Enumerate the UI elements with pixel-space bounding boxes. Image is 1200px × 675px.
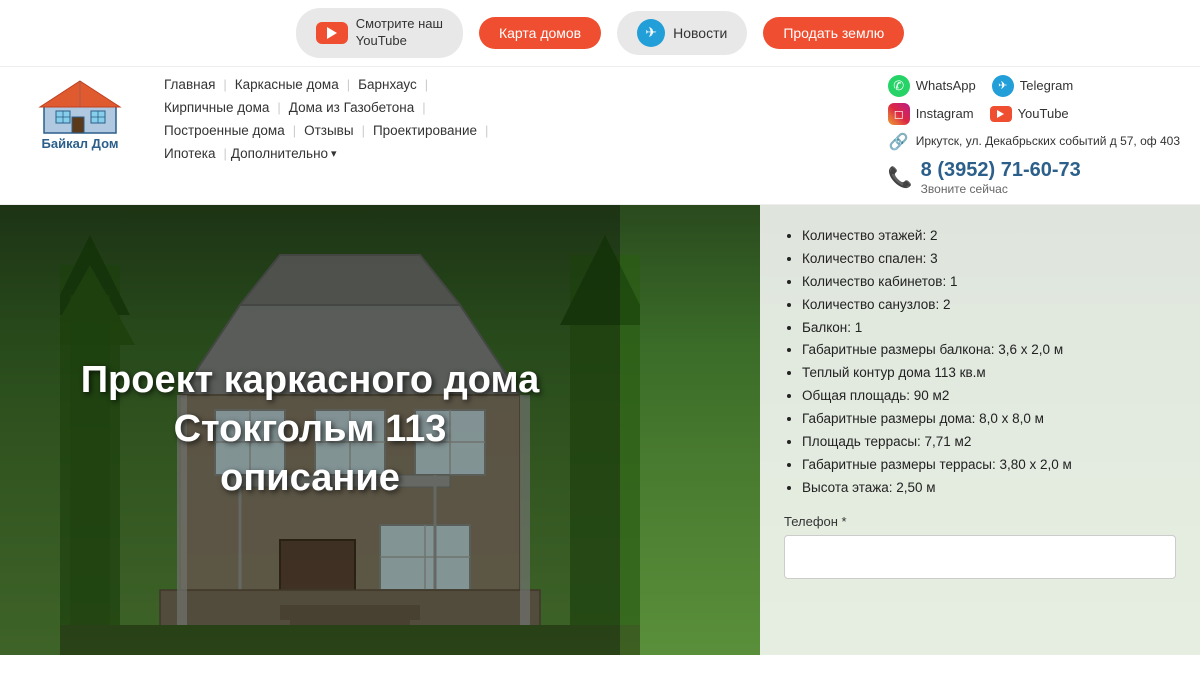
nav-kirpichnie[interactable]: Кирпичные дома [160, 98, 273, 117]
spec-item: Количество кабинетов: 1 [802, 271, 1176, 294]
phone-icon: 📞 [888, 165, 913, 190]
nav-otzyvy[interactable]: Отзывы [300, 121, 357, 140]
whatsapp-icon: ✆ [888, 75, 910, 97]
youtube-sm-label: YouTube [1018, 106, 1069, 121]
youtube-button[interactable]: Смотрите наш YouTube [296, 8, 463, 58]
novosti-button[interactable]: ✈ Новости [617, 11, 747, 55]
youtube-link[interactable]: YouTube [990, 106, 1069, 122]
spec-item: Габаритные размеры балкона: 3,6 х 2,0 м [802, 339, 1176, 362]
nav-dopolnitelno[interactable]: Дополнительно ▾ [231, 146, 337, 161]
prodat-label: Продать землю [783, 25, 884, 41]
nav-glavnaya[interactable]: Главная [160, 75, 219, 94]
phone-number[interactable]: 8 (3952) 71-60-73 [921, 159, 1081, 182]
logo-text: Байкал Дом [42, 136, 119, 151]
spec-item: Балкон: 1 [802, 317, 1176, 340]
header-right: ✆ WhatsApp ✈ Telegram ◻ Instagram YouTub… [878, 75, 1180, 196]
specs-panel: Количество этажей: 2 Количество спален: … [760, 205, 1200, 655]
nav-ipoteka[interactable]: Ипотека [160, 144, 219, 163]
nav-row-1: Главная | Каркасные дома | Барнхаус | [160, 75, 878, 94]
nav-row-4: Ипотека | Дополнительно ▾ [160, 144, 878, 163]
logo[interactable]: Байкал Дом [20, 79, 140, 151]
nav-row-2: Кирпичные дома | Дома из Газобетона | [160, 98, 878, 117]
spec-item: Теплый контур дома 113 кв.м [802, 362, 1176, 385]
nav-barnhaus[interactable]: Барнхаус [354, 75, 421, 94]
phone-sub-label: Звоните сейчас [921, 182, 1081, 196]
logo-svg [38, 79, 123, 134]
karta-label: Карта домов [499, 25, 581, 41]
spec-item: Общая площадь: 90 м2 [802, 385, 1176, 408]
nav-postroenie[interactable]: Построенные дома [160, 121, 289, 140]
instagram-label: Instagram [916, 106, 974, 121]
nav-gazobeton[interactable]: Дома из Газобетона [285, 98, 418, 117]
spec-item: Площадь террасы: 7,71 м2 [802, 431, 1176, 454]
spec-item: Высота этажа: 2,50 м [802, 477, 1176, 500]
telegram-top-icon: ✈ [637, 19, 665, 47]
social-row-1: ✆ WhatsApp ✈ Telegram [888, 75, 1073, 97]
nav-proektirovanie[interactable]: Проектирование [369, 121, 481, 140]
specs-list: Количество этажей: 2 Количество спален: … [784, 225, 1176, 500]
header: Байкал Дом Главная | Каркасные дома | Ба… [0, 67, 1200, 205]
spec-item: Количество этажей: 2 [802, 225, 1176, 248]
whatsapp-link[interactable]: ✆ WhatsApp [888, 75, 976, 97]
top-bar: Смотрите наш YouTube Карта домов ✈ Новос… [0, 0, 1200, 67]
spec-item: Габаритные размеры дома: 8,0 х 8,0 м [802, 408, 1176, 431]
spec-item: Количество санузлов: 2 [802, 294, 1176, 317]
phone-block: 📞 8 (3952) 71-60-73 Звоните сейчас [888, 159, 1081, 196]
nav-links: Главная | Каркасные дома | Барнхаус | Ки… [160, 75, 878, 163]
address-text: Иркутск, ул. Декабрьских событий д 57, о… [916, 133, 1180, 150]
youtube-label: Смотрите наш YouTube [356, 16, 443, 50]
youtube-sm-icon [990, 106, 1012, 122]
spec-item: Габаритные размеры террасы: 3,80 х 2,0 м [802, 454, 1176, 477]
address-item: 🔗 Иркутск, ул. Декабрьских событий д 57,… [888, 131, 1180, 153]
phone-input[interactable] [784, 535, 1176, 579]
nav-row-3: Построенные дома | Отзывы | Проектирован… [160, 121, 878, 140]
hero-title: Проект каркасного домаСтокгольм 113описа… [61, 336, 560, 524]
nav-karkasnie[interactable]: Каркасные дома [231, 75, 343, 94]
social-row-2: ◻ Instagram YouTube [888, 103, 1069, 125]
chevron-down-icon: ▾ [331, 147, 337, 160]
telegram-label: Telegram [1020, 78, 1073, 93]
youtube-icon [316, 22, 348, 44]
hero-section: Проект каркасного домаСтокгольм 113описа… [0, 205, 1200, 655]
karta-button[interactable]: Карта домов [479, 17, 601, 49]
novosti-label: Новости [673, 25, 727, 41]
whatsapp-label: WhatsApp [916, 78, 976, 93]
prodat-button[interactable]: Продать землю [763, 17, 904, 49]
spec-item: Количество спален: 3 [802, 248, 1176, 271]
telegram-link[interactable]: ✈ Telegram [992, 75, 1073, 97]
hero-title-container: Проект каркасного домаСтокгольм 113описа… [0, 205, 620, 655]
address-icon: 🔗 [888, 131, 910, 153]
instagram-link[interactable]: ◻ Instagram [888, 103, 974, 125]
phone-field-label: Телефон * [784, 514, 1176, 529]
instagram-icon: ◻ [888, 103, 910, 125]
telegram-icon: ✈ [992, 75, 1014, 97]
